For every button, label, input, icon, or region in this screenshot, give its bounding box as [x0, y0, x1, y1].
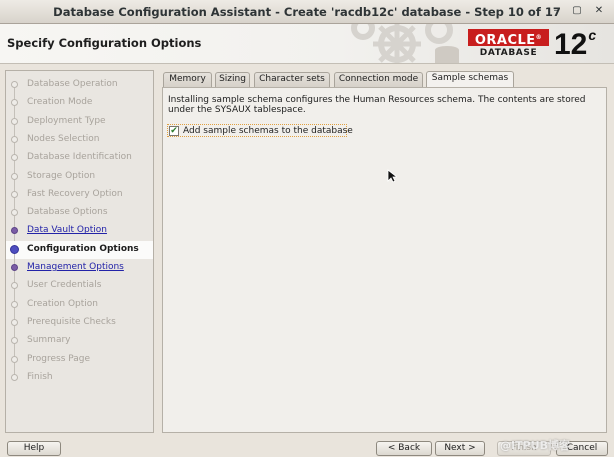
minimize-icon[interactable]: – [548, 3, 564, 19]
step-configuration-options[interactable]: Configuration Options [6, 240, 153, 266]
step-database-identification: Database Identification [6, 149, 153, 175]
step-label: Deployment Type [27, 115, 106, 126]
step-data-vault-option[interactable]: Data Vault Option [6, 222, 153, 248]
step-status-icon [11, 81, 18, 88]
oracle-logo: ORACLE® DATABASE [468, 29, 549, 59]
tab-memory[interactable]: Memory [163, 72, 212, 87]
steps-pane: Database Operation Creation Mode Deploymen… [5, 70, 154, 433]
watermark: @ITPUB博客 [500, 439, 570, 452]
step-label: Prerequisite Checks [27, 316, 116, 327]
step-creation-mode: Creation Mode [6, 94, 153, 120]
step-label[interactable]: Management Options [27, 262, 124, 272]
step-label: Creation Mode [27, 97, 93, 108]
step-status-icon [11, 337, 18, 345]
step-status-icon [11, 209, 18, 217]
step-storage-option: Storage Option [6, 168, 153, 193]
next-button[interactable]: Next > [435, 441, 485, 456]
step-label: Configuration Options [27, 243, 139, 254]
step-status-icon [11, 135, 18, 143]
back-button[interactable]: < Back [376, 441, 432, 456]
step-label: Finish [27, 371, 53, 382]
step-label: Fast Recovery Option [27, 188, 123, 199]
step-progress-page: Progress Page [6, 351, 153, 376]
step-status-icon [11, 190, 18, 198]
add-sample-schemas-checkbox[interactable]: ✔ [169, 126, 179, 136]
add-sample-schemas-label[interactable]: Add sample schemas to the database [183, 126, 353, 136]
step-nodes-selection: Nodes Selection [6, 131, 153, 156]
restore-icon[interactable]: ▢ [569, 3, 585, 19]
mouse-pointer-icon [387, 169, 397, 183]
add-sample-schemas-option[interactable]: ✔ Add sample schemas to the database [167, 124, 353, 137]
step-status-icon [11, 373, 18, 381]
step-status-icon [11, 172, 18, 180]
step-status-icon [11, 318, 18, 326]
close-icon[interactable]: ✕ [591, 3, 607, 19]
version-logo: 12c [554, 27, 597, 61]
step-label: Database Operation [27, 79, 118, 89]
step-status-icon [11, 117, 18, 125]
step-label: Nodes Selection [27, 133, 100, 144]
step-status-icon [11, 154, 18, 162]
step-label: Summary [27, 335, 71, 346]
gears-decoration-icon [351, 24, 459, 63]
step-status-icon [11, 264, 18, 271]
step-label: Creation Option [27, 298, 98, 309]
step-label: Progress Page [27, 353, 91, 364]
tab-sample-schemas[interactable]: Sample schemas [426, 71, 514, 88]
step-status-icon [11, 282, 18, 290]
window-title: Database Configuration Assistant - Creat… [53, 5, 561, 19]
step-status-icon [11, 227, 18, 235]
step-database-options: Database Options [6, 204, 153, 230]
step-label[interactable]: Data Vault Option [27, 225, 107, 235]
step-creation-option: Creation Option [6, 296, 153, 321]
step-user-credentials: User Credentials [6, 277, 153, 303]
step-prerequisite-checks: Prerequisite Checks [6, 314, 153, 339]
step-label: Storage Option [27, 170, 96, 181]
step-status-icon [11, 355, 18, 363]
page-header: Specify Configuration Options ORACLE® DA… [0, 24, 614, 64]
step-label: Database Identification [27, 152, 132, 163]
page-title: Specify Configuration Options [7, 36, 202, 50]
step-status-icon [10, 244, 19, 254]
step-summary: Summary [6, 332, 153, 358]
step-label: User Credentials [27, 280, 102, 291]
help-button[interactable]: Help [7, 441, 61, 456]
step-finish: Finish [6, 369, 153, 387]
step-database-operation: Database Operation [6, 76, 153, 101]
database-label: DATABASE [479, 48, 538, 58]
step-status-icon [11, 99, 18, 107]
step-fast-recovery-option: Fast Recovery Option [6, 186, 153, 211]
step-label: Database Options [27, 207, 108, 218]
tab-panel: Installing sample schema configures the … [162, 87, 607, 433]
oracle-wordmark: ORACLE® [468, 29, 549, 48]
tab-sizing[interactable]: Sizing [215, 72, 250, 87]
window-titlebar[interactable]: Database Configuration Assistant - Creat… [0, 0, 614, 24]
step-management-options[interactable]: Management Options [6, 259, 153, 284]
step-deployment-type: Deployment Type [6, 113, 153, 138]
tab-connection-mode[interactable]: Connection mode [334, 72, 423, 87]
tab-character-sets[interactable]: Character sets [254, 72, 330, 87]
sample-schema-description: Installing sample schema configures the … [168, 95, 586, 115]
step-status-icon [11, 300, 18, 308]
